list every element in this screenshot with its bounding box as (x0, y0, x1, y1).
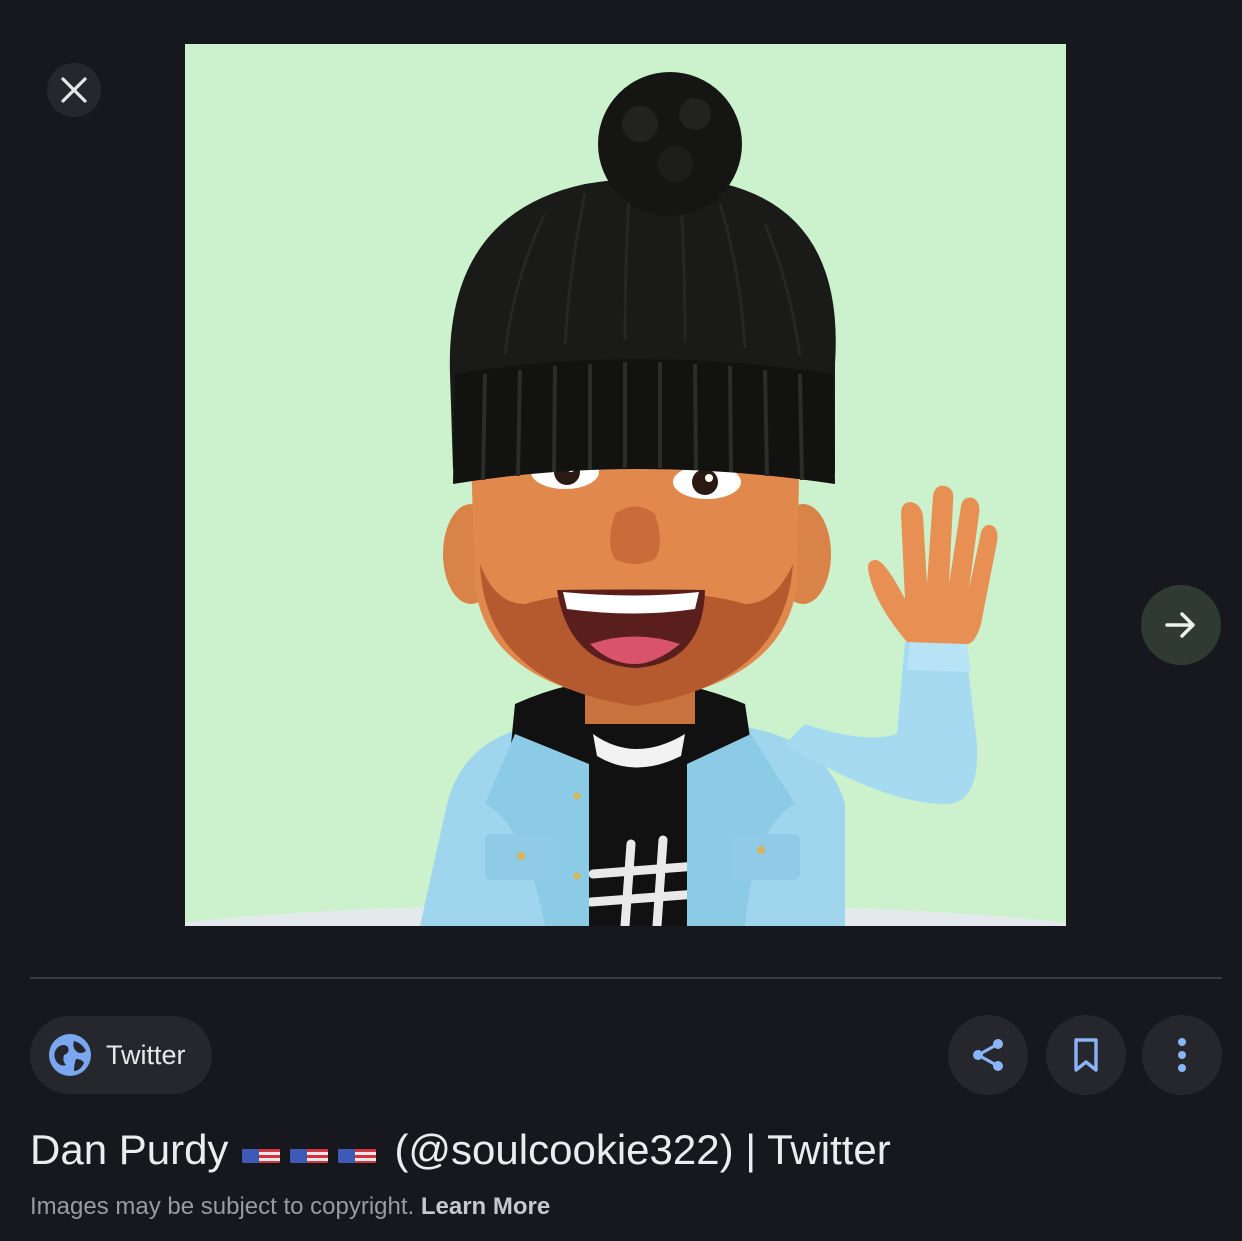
source-label: Twitter (106, 1039, 186, 1070)
save-button[interactable] (1046, 1015, 1126, 1095)
close-button[interactable] (47, 63, 101, 117)
avatar-illustration (185, 44, 1066, 926)
more-vert-icon (1178, 1038, 1186, 1072)
source-chip[interactable]: Twitter (30, 1016, 212, 1094)
us-flag-icon (290, 1137, 329, 1163)
result-title[interactable]: Dan Purdy (@soulcookie322) | Twitter (30, 1126, 891, 1174)
copyright-notice: Images may be subject to copyright. Lear… (30, 1193, 550, 1221)
next-image-button[interactable] (1141, 585, 1221, 665)
us-flag-icon (242, 1137, 281, 1163)
copyright-text: Images may be subject to copyright. (30, 1193, 415, 1220)
result-name: Dan Purdy (30, 1126, 229, 1173)
image-viewer: Twitter Dan Purdy (@soulcookie322) | Twi… (0, 0, 1242, 1241)
share-button[interactable] (948, 1015, 1028, 1095)
globe-icon (49, 1034, 91, 1076)
flag-group (242, 1137, 377, 1163)
us-flag-icon (338, 1137, 377, 1163)
learn-more-link[interactable]: Learn More (421, 1193, 550, 1220)
share-icon (973, 1039, 1003, 1071)
preview-image[interactable] (185, 44, 1066, 926)
more-options-button[interactable] (1142, 1015, 1222, 1095)
result-handle: (@soulcookie322) | Twitter (394, 1126, 891, 1173)
close-icon (61, 77, 87, 103)
divider (30, 977, 1222, 979)
bookmark-icon (1074, 1038, 1098, 1072)
arrow-right-icon (1165, 612, 1195, 638)
